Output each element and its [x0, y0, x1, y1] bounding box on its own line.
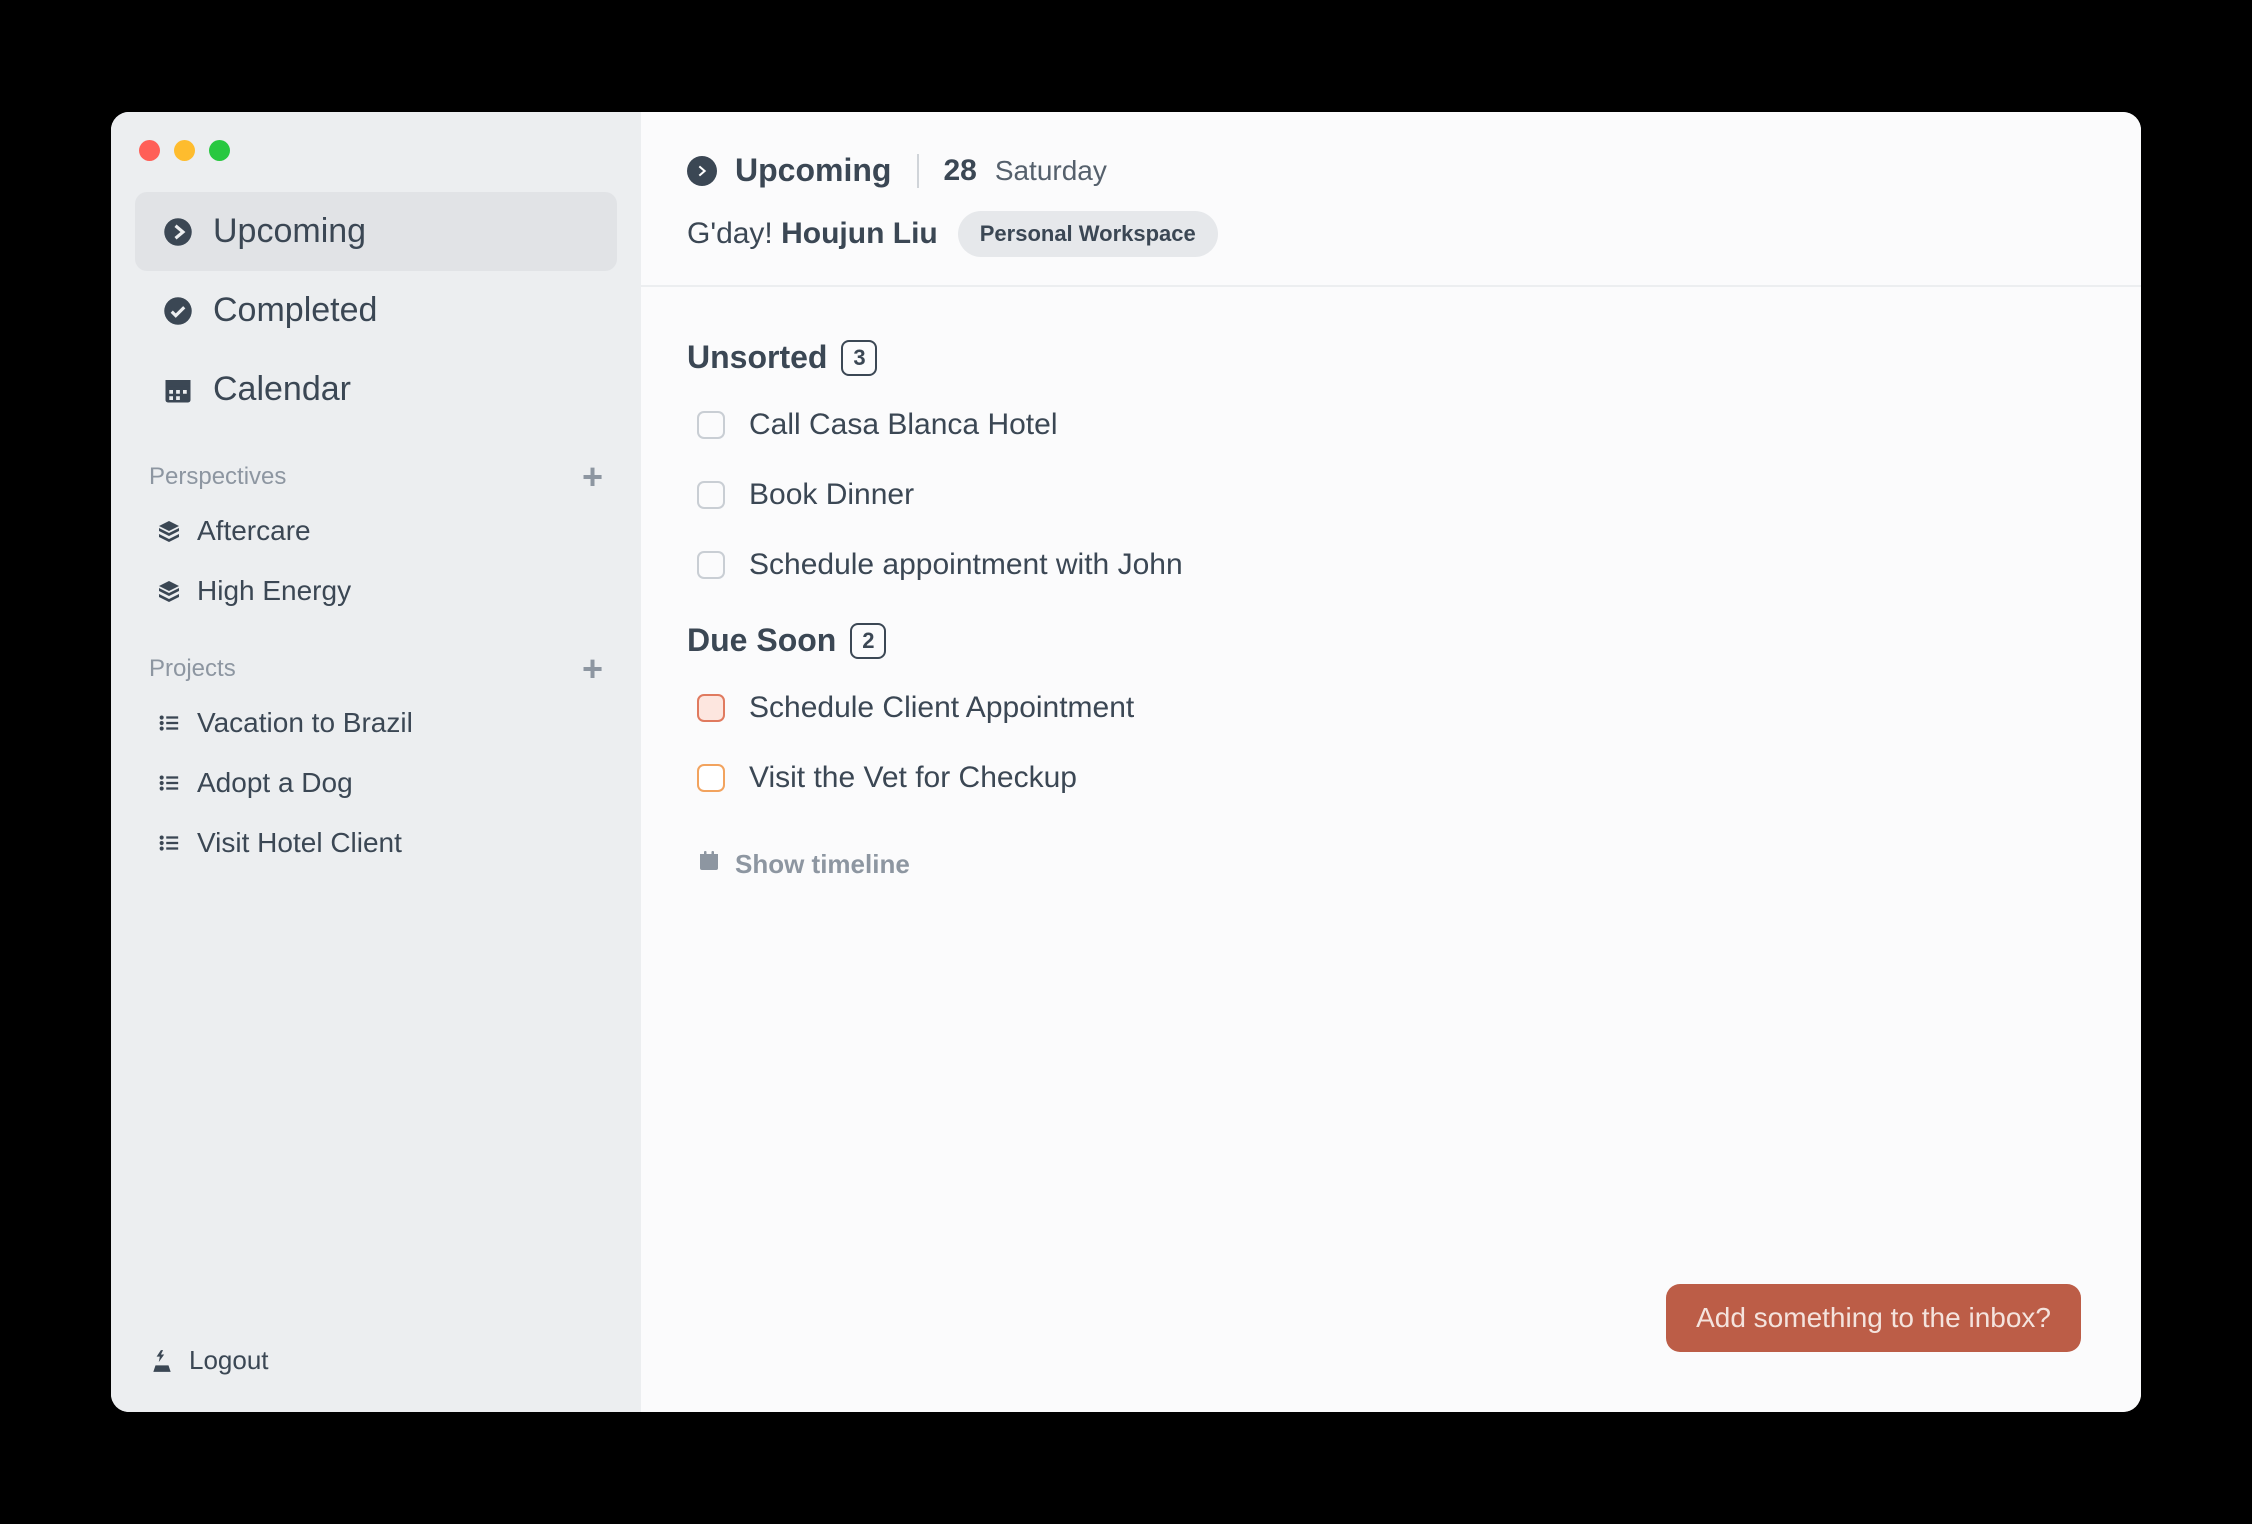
task-row[interactable]: Schedule appointment with John — [687, 530, 2095, 600]
checkbox[interactable] — [697, 694, 725, 722]
header: Upcoming 28 Saturday G'day! Houjun Liu P… — [641, 112, 2141, 287]
add-perspective-button[interactable]: + — [582, 459, 603, 495]
group-count: 3 — [841, 340, 877, 376]
add-project-button[interactable]: + — [582, 651, 603, 687]
task-label: Book Dinner — [749, 478, 914, 512]
window-controls — [139, 140, 230, 161]
checkbox[interactable] — [697, 551, 725, 579]
greeting-name: Houjun Liu — [781, 217, 938, 250]
project-item[interactable]: Adopt a Dog — [131, 753, 621, 813]
logout-label: Logout — [189, 1345, 269, 1376]
group-count: 2 — [850, 623, 886, 659]
layers-icon — [155, 519, 183, 543]
logout-button[interactable]: Logout — [131, 1335, 621, 1392]
chevron-circle-icon — [687, 156, 717, 186]
main-panel: Upcoming 28 Saturday G'day! Houjun Liu P… — [641, 112, 2141, 1412]
app-window: Upcoming Completed Calendar Perspectives… — [111, 112, 2141, 1412]
logout-icon — [149, 1348, 177, 1374]
project-item[interactable]: Vacation to Brazil — [131, 693, 621, 753]
task-group-due-soon: Due Soon 2 Schedule Client Appointment V… — [687, 622, 2095, 813]
project-label: Visit Hotel Client — [197, 827, 402, 859]
greeting: G'day! Houjun Liu — [687, 217, 938, 251]
task-label: Call Casa Blanca Hotel — [749, 408, 1057, 442]
task-label: Schedule Client Appointment — [749, 691, 1134, 725]
perspective-item[interactable]: Aftercare — [131, 501, 621, 561]
projects-header: Projects + — [131, 621, 621, 693]
perspective-item[interactable]: High Energy — [131, 561, 621, 621]
sidebar-item-upcoming[interactable]: Upcoming — [135, 192, 617, 271]
date-number: 28 — [943, 154, 976, 188]
timeline-label: Show timeline — [735, 849, 910, 880]
greeting-prefix: G'day! — [687, 217, 781, 250]
show-timeline-button[interactable]: Show timeline — [687, 843, 2095, 886]
task-row[interactable]: Schedule Client Appointment — [687, 673, 2095, 743]
layers-icon — [155, 579, 183, 603]
sidebar-item-label: Calendar — [213, 370, 351, 409]
task-label: Schedule appointment with John — [749, 548, 1183, 582]
nav-primary: Upcoming Completed Calendar — [131, 192, 621, 429]
add-to-inbox-button[interactable]: Add something to the inbox? — [1666, 1284, 2081, 1352]
sidebar-item-completed[interactable]: Completed — [135, 271, 617, 350]
close-icon[interactable] — [139, 140, 160, 161]
project-item[interactable]: Visit Hotel Client — [131, 813, 621, 873]
calendar-small-icon — [697, 849, 721, 880]
sidebar-item-calendar[interactable]: Calendar — [135, 350, 617, 429]
workspace-badge[interactable]: Personal Workspace — [958, 211, 1218, 257]
maximize-icon[interactable] — [209, 140, 230, 161]
task-row[interactable]: Call Casa Blanca Hotel — [687, 390, 2095, 460]
section-label: Perspectives — [149, 463, 286, 491]
check-circle-icon — [161, 294, 195, 328]
date-day: Saturday — [995, 155, 1107, 187]
section-label: Projects — [149, 655, 236, 683]
list-icon — [155, 712, 183, 734]
perspective-label: Aftercare — [197, 515, 311, 547]
perspectives-header: Perspectives + — [131, 429, 621, 501]
project-label: Adopt a Dog — [197, 767, 353, 799]
task-row[interactable]: Book Dinner — [687, 460, 2095, 530]
chevron-circle-icon — [161, 215, 195, 249]
calendar-icon — [161, 373, 195, 407]
checkbox[interactable] — [697, 411, 725, 439]
perspective-label: High Energy — [197, 575, 351, 607]
sidebar-item-label: Completed — [213, 291, 377, 330]
task-content: Unsorted 3 Call Casa Blanca Hotel Book D… — [641, 287, 2141, 1412]
page-title: Upcoming — [735, 152, 891, 189]
sidebar-item-label: Upcoming — [213, 212, 366, 251]
list-icon — [155, 772, 183, 794]
group-title: Unsorted — [687, 339, 827, 376]
divider — [917, 154, 919, 188]
list-icon — [155, 832, 183, 854]
minimize-icon[interactable] — [174, 140, 195, 161]
task-row[interactable]: Visit the Vet for Checkup — [687, 743, 2095, 813]
checkbox[interactable] — [697, 764, 725, 792]
checkbox[interactable] — [697, 481, 725, 509]
sidebar: Upcoming Completed Calendar Perspectives… — [111, 112, 641, 1412]
project-label: Vacation to Brazil — [197, 707, 413, 739]
task-label: Visit the Vet for Checkup — [749, 761, 1077, 795]
group-title: Due Soon — [687, 622, 836, 659]
task-group-unsorted: Unsorted 3 Call Casa Blanca Hotel Book D… — [687, 339, 2095, 600]
